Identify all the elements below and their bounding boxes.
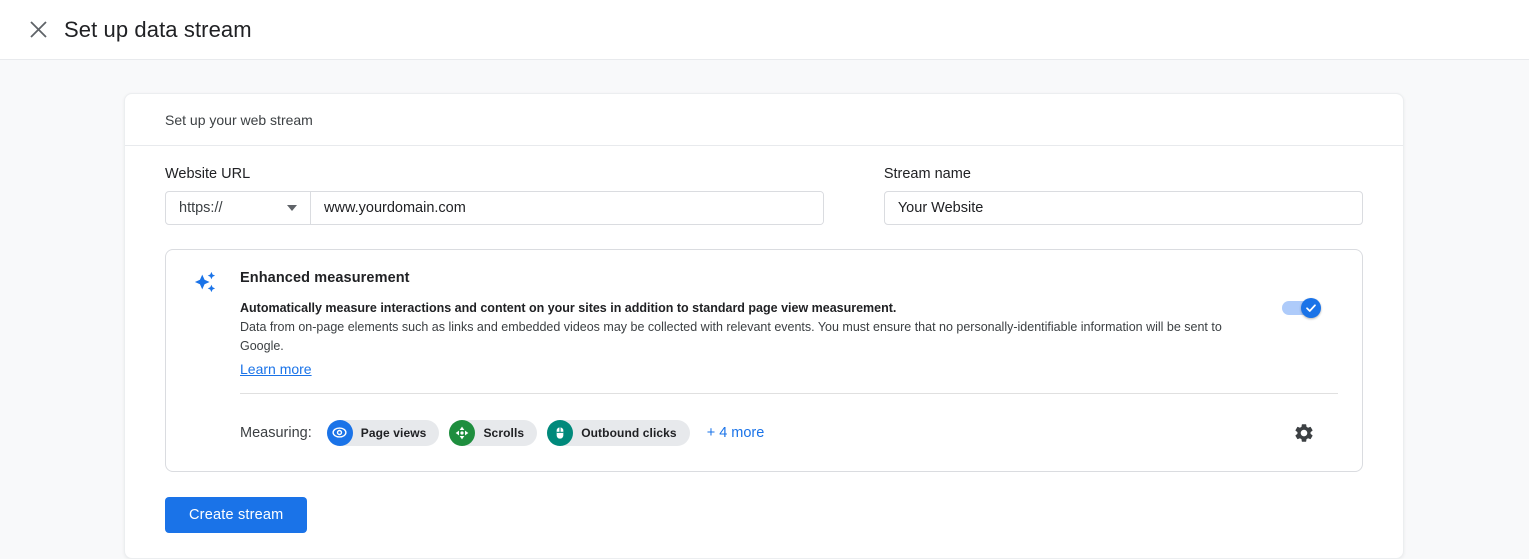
chip-label: Scrolls — [483, 426, 524, 440]
website-url-field: https:// — [165, 191, 824, 225]
enhanced-measurement-title: Enhanced measurement — [240, 270, 1338, 286]
toggle-thumb — [1301, 298, 1321, 318]
learn-more-link[interactable]: Learn more — [240, 361, 312, 377]
website-url-input[interactable] — [311, 192, 823, 224]
chip-label: Page views — [361, 426, 427, 440]
enhanced-measurement-toggle[interactable] — [1282, 301, 1318, 315]
create-stream-button[interactable]: Create stream — [165, 497, 307, 533]
stream-name-input[interactable] — [884, 191, 1363, 225]
gear-icon — [1293, 422, 1315, 444]
enhanced-measurement-description: Automatically measure interactions and c… — [240, 299, 1262, 356]
close-icon — [30, 21, 47, 38]
settings-button[interactable] — [1292, 421, 1316, 445]
chip-page-views[interactable]: Page views — [327, 420, 440, 446]
more-chips-link[interactable]: + 4 more — [707, 425, 765, 441]
protocol-value: https:// — [179, 200, 223, 216]
page-title: Set up data stream — [64, 17, 252, 43]
close-button[interactable] — [26, 18, 50, 42]
chip-outbound-clicks[interactable]: Outbound clicks — [547, 420, 690, 446]
chip-scrolls[interactable]: Scrolls — [449, 420, 537, 446]
eye-icon — [327, 420, 353, 446]
protocol-select[interactable]: https:// — [166, 192, 311, 224]
measuring-label: Measuring: — [240, 425, 312, 441]
chevron-down-icon — [287, 205, 297, 211]
card-title: Set up your web stream — [125, 94, 1403, 146]
description-bold-line: Automatically measure interactions and c… — [240, 299, 1262, 318]
website-url-label: Website URL — [165, 166, 824, 182]
dialog-header: Set up data stream — [0, 0, 1529, 60]
web-stream-card: Set up your web stream Website URL https… — [124, 93, 1404, 559]
check-icon — [1305, 302, 1317, 314]
scrolls-icon — [449, 420, 475, 446]
chip-label: Outbound clicks — [581, 426, 677, 440]
sparkle-icon — [194, 271, 216, 293]
mouse-icon — [547, 420, 573, 446]
stream-name-label: Stream name — [884, 166, 1363, 182]
description-normal-line: Data from on-page elements such as links… — [240, 318, 1262, 356]
enhanced-measurement-section: Enhanced measurement Automatically measu… — [165, 249, 1363, 472]
measurement-chips: Page views — [327, 420, 690, 446]
